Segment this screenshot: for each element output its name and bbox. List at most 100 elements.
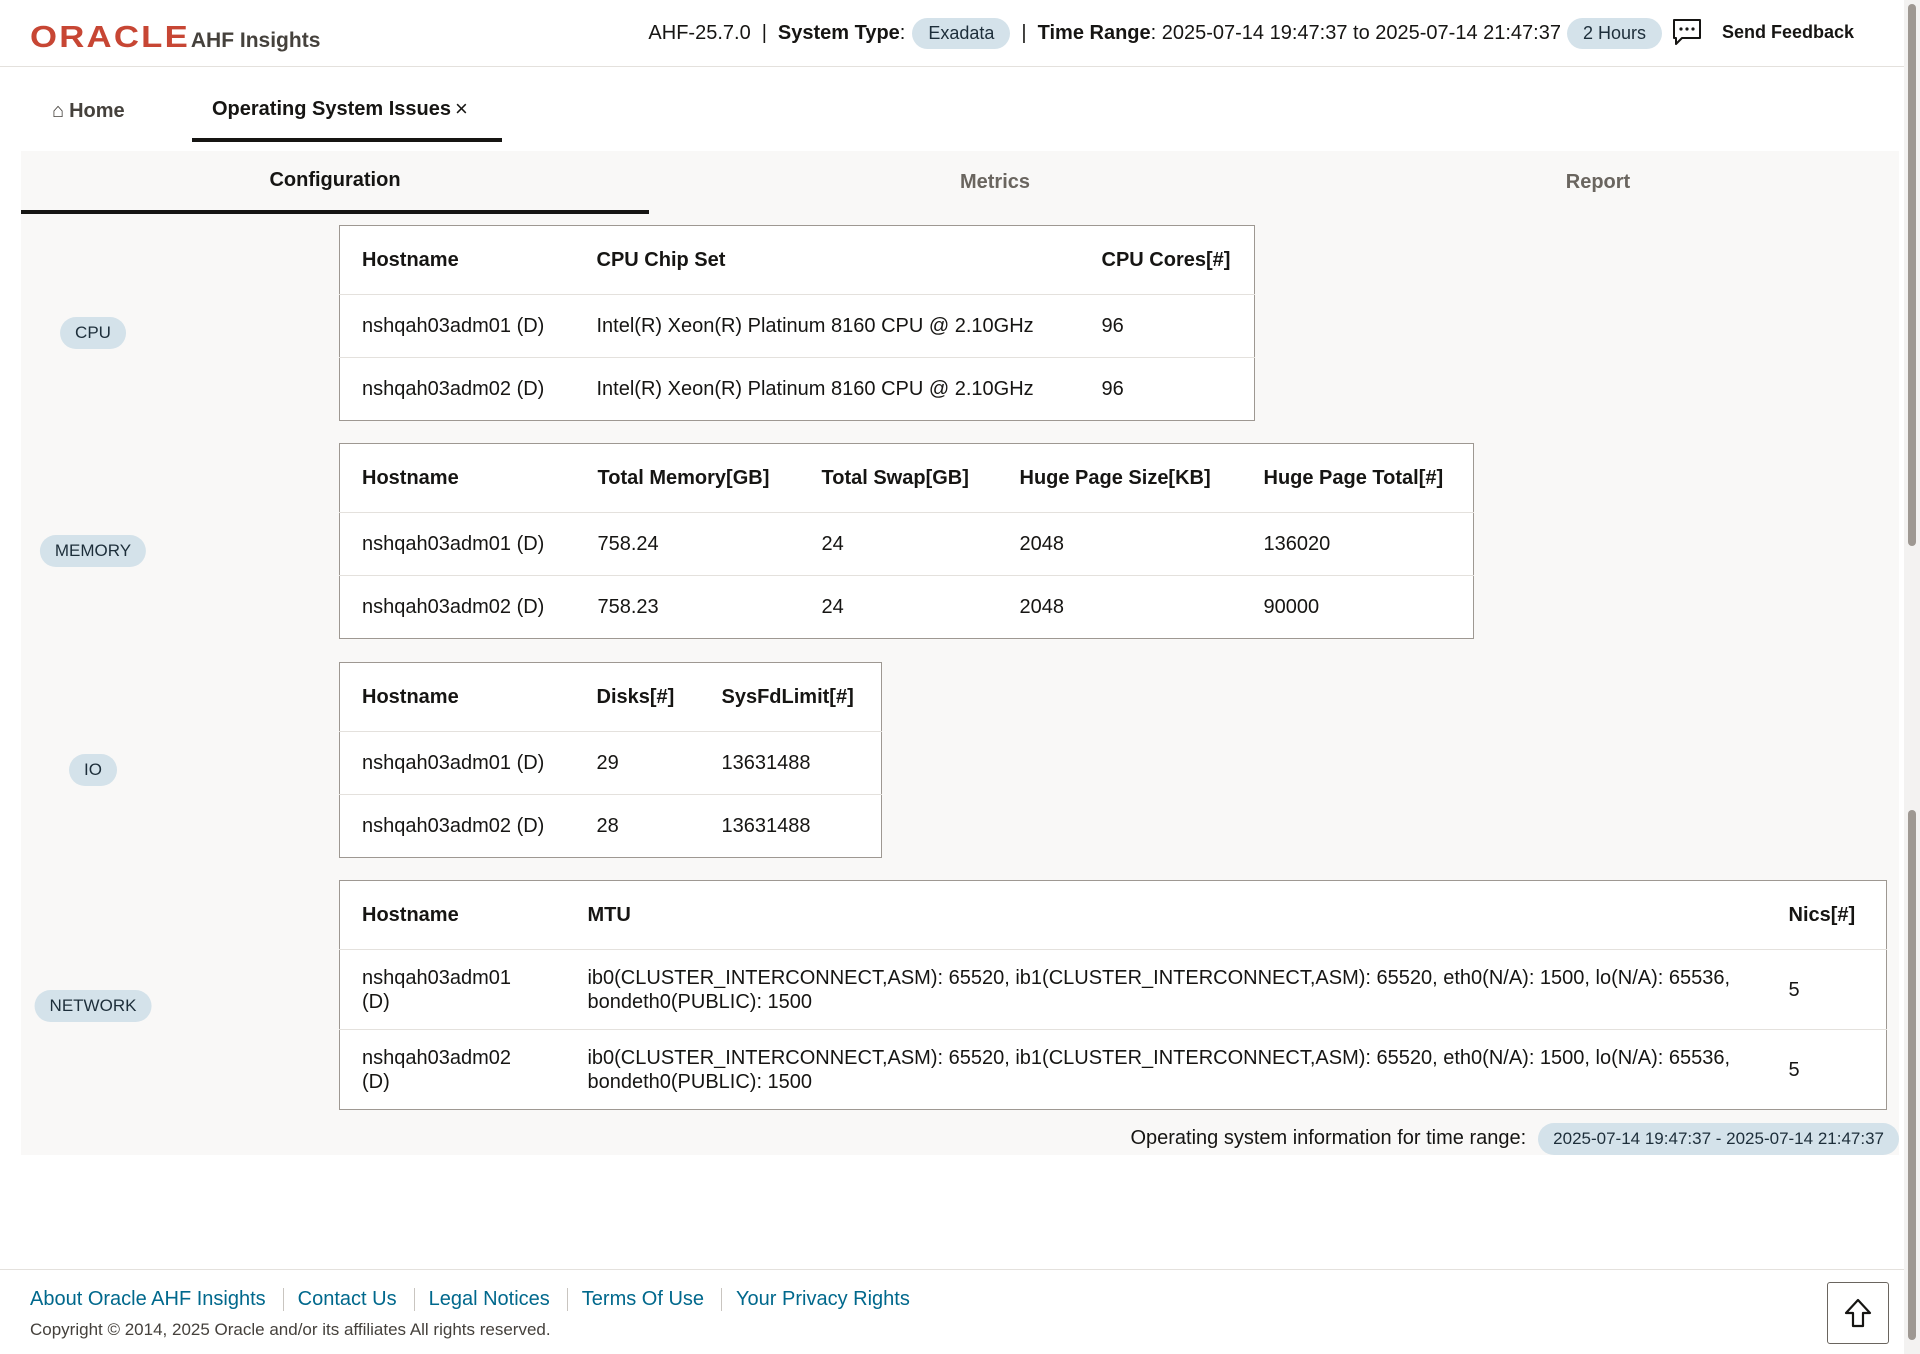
arrow-up-icon [1844,1298,1872,1328]
memory-table: Hostname Total Memory[GB] Total Swap[GB]… [339,443,1474,639]
table-header-row: Hostname Total Memory[GB] Total Swap[GB]… [339,443,1474,513]
cell-cpu-cores: 96 [1101,377,1124,400]
cell-cpu-chip-set: Intel(R) Xeon(R) Platinum 8160 CPU @ 2.1… [574,294,1080,358]
cell-huge-page-size: 2048 [997,512,1242,576]
cell-hostname: nshqah03adm01 (D) [339,294,575,358]
cell-hostname: nshqah03adm02 (D) [362,377,545,400]
app-header: ORACLE AHF Insights AHF-25.7.0 | System … [0,0,1904,67]
footer-link-about[interactable]: About Oracle AHF Insights [30,1288,284,1311]
cell-total-swap: 24 [821,595,844,618]
column-header[interactable]: SysFdLimit[#] [699,662,882,732]
time-range-note-badge: 2025-07-14 19:47:37 - 2025-07-14 21:47:3… [1538,1122,1899,1155]
table-row: nshqah03adm01 (D) ib0(CLUSTER_INTERCONNE… [339,949,1887,1030]
cell-mtu: ib0(CLUSTER_INTERCONNECT,ASM): 65520, ib… [587,1046,1731,1093]
scrollbar-thumb-upper[interactable] [1908,4,1916,546]
column-header[interactable]: MTU [565,880,1767,950]
column-header[interactable]: Hostname [339,443,576,513]
column-header[interactable]: Total Memory[GB] [575,443,800,513]
colon: : [899,21,906,44]
colon: : [1150,21,1162,44]
cell-huge-page-size: 2048 [1019,595,1065,618]
home-icon: ⌂ [52,99,65,122]
table-row: nshqah03adm02 (D) Intel(R) Xeon(R) Plati… [340,358,1255,421]
footer-link-privacy[interactable]: Your Privacy Rights [736,1288,927,1311]
footer-link-contact[interactable]: Contact Us [298,1288,415,1311]
separator: | [761,21,767,44]
system-type-badge: Exadata [912,17,1011,49]
footer-link-terms[interactable]: Terms Of Use [582,1288,723,1311]
column-header[interactable]: Hostname [339,662,575,732]
cell-cpu-cores: 96 [1079,294,1255,358]
oracle-logo: ORACLE [30,19,191,54]
table-header-row: Hostname MTU Nics[#] [339,880,1887,950]
cpu-table: Hostname CPU Chip Set CPU Cores[#] nshqa… [339,225,1255,421]
tab-home-label: Home [69,99,125,122]
cell-disks: 28 [596,814,619,837]
send-feedback-label: Send Feedback [1721,21,1854,42]
cell-sysfdlimit: 13631488 [721,814,811,837]
scroll-to-top-button[interactable] [1827,1282,1889,1344]
cell-hostname: nshqah03adm01 (D) [339,731,575,795]
table-row: nshqah03adm02 (D) 28 13631488 [340,795,882,858]
brand[interactable]: ORACLE AHF Insights [30,19,320,55]
cell-hostname: nshqah03adm02 (D) [362,1046,512,1093]
send-feedback-button[interactable]: Send Feedback [1672,18,1854,46]
network-table: Hostname MTU Nics[#] nshqah03adm01 (D) i… [339,880,1887,1110]
column-header[interactable]: Nics[#] [1766,880,1887,950]
column-header[interactable]: Hostname [339,225,575,295]
time-range-note-label: Operating system information for time ra… [1130,1127,1527,1149]
section-label-io: IO [69,754,117,786]
copyright: Copyright © 2014, 2025 Oracle and/or its… [30,1320,551,1339]
cell-cpu-chip-set: Intel(R) Xeon(R) Platinum 8160 CPU @ 2.1… [596,377,1034,400]
footer-link-legal[interactable]: Legal Notices [429,1288,568,1311]
column-header[interactable]: CPU Cores[#] [1079,225,1255,295]
cell-hostname: nshqah03adm02 (D) [362,814,545,837]
sub-tabs: Configuration Metrics Report [21,151,1899,214]
cell-hostname: nshqah03adm01 (D) [339,949,566,1030]
column-header[interactable]: Hostname [339,880,566,950]
header-meta: AHF-25.7.0 | System Type: Exadata | Time… [648,17,1662,49]
cell-nics: 5 [1766,949,1887,1030]
column-header[interactable]: Huge Page Total[#] [1241,443,1474,513]
cell-total-memory: 758.24 [575,512,800,576]
cell-hostname: nshqah03adm01 (D) [339,512,576,576]
column-header[interactable]: CPU Chip Set [574,225,1080,295]
table-row: nshqah03adm01 (D) 29 13631488 [339,731,882,795]
table-row: nshqah03adm01 (D) 758.24 24 2048 136020 [339,512,1474,576]
version-label: AHF-25.7.0 [648,21,751,44]
column-header[interactable]: Total Swap[GB] [799,443,998,513]
section-label-cpu: CPU [60,317,126,349]
separator: | [1021,21,1027,44]
tab-operating-system-issues[interactable]: Operating System Issues × [192,80,502,142]
time-range-value: 2025-07-14 19:47:37 to 2025-07-14 21:47:… [1161,21,1561,44]
scrollbar-thumb-lower[interactable] [1908,810,1916,1340]
section-label-network: NETWORK [34,990,152,1022]
tab-metrics[interactable]: Metrics [649,151,1341,214]
content-panel: Configuration Metrics Report CPU Hostnam… [21,151,1899,1155]
system-type-label: System Type [777,21,900,44]
cell-disks: 29 [574,731,700,795]
tab-os-issues-label: Operating System Issues [212,97,451,120]
footer: About Oracle AHF Insights Contact Us Leg… [0,1269,1904,1354]
scrollbar[interactable] [1904,0,1920,1354]
tab-configuration[interactable]: Configuration [21,151,649,214]
column-header[interactable]: Huge Page Size[KB] [997,443,1242,513]
column-header[interactable]: Disks[#] [574,662,700,732]
close-icon[interactable]: × [455,96,468,122]
tab-report[interactable]: Report [1341,151,1855,214]
cell-total-swap: 24 [799,512,998,576]
tab-home[interactable]: ⌂ Home [30,80,192,142]
table-row: nshqah03adm02 (D) ib0(CLUSTER_INTERCONNE… [340,1030,1887,1110]
cell-sysfdlimit: 13631488 [699,731,882,795]
page-tabs: ⌂ Home Operating System Issues × [30,80,502,142]
cell-huge-page-total: 136020 [1241,512,1474,576]
time-range-note: Operating system information for time ra… [1130,1122,1899,1155]
io-table: Hostname Disks[#] SysFdLimit[#] nshqah03… [339,662,882,858]
cell-hostname: nshqah03adm02 (D) [362,595,545,618]
table-header-row: Hostname CPU Chip Set CPU Cores[#] [339,225,1255,295]
cell-huge-page-total: 90000 [1263,595,1320,618]
table-header-row: Hostname Disks[#] SysFdLimit[#] [339,662,882,732]
duration-badge[interactable]: 2 Hours [1566,17,1662,49]
cell-nics: 5 [1788,1058,1800,1081]
table-row: nshqah03adm01 (D) Intel(R) Xeon(R) Plati… [339,294,1255,358]
